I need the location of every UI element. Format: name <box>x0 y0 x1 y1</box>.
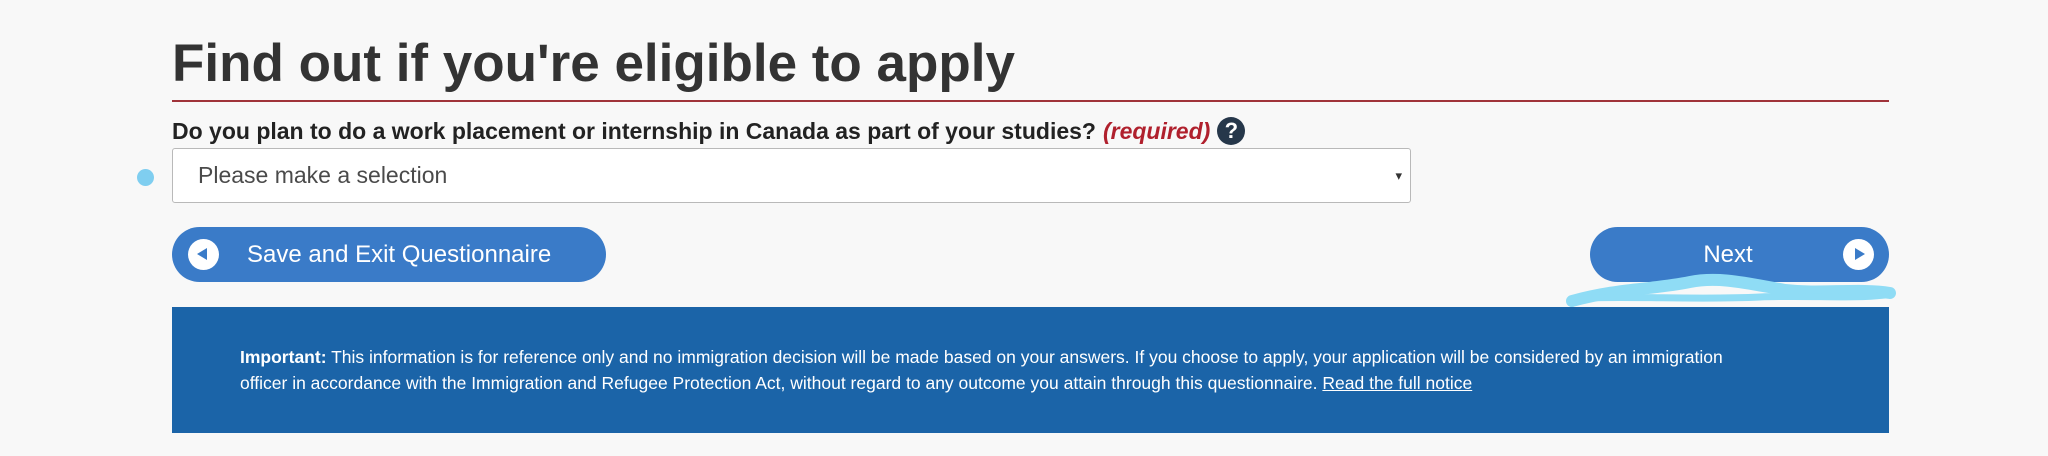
annotation-marker-dot <box>137 169 154 186</box>
notice-line-1: This information is for reference only a… <box>326 347 1723 367</box>
notice-text: Important: This information is for refer… <box>240 344 1840 396</box>
page-title: Find out if you're eligible to apply <box>172 34 1015 93</box>
read-full-notice-link[interactable]: Read the full notice <box>1322 373 1472 393</box>
question-text: Do you plan to do a work placement or in… <box>172 117 1096 144</box>
internship-select[interactable]: Please make a selection ▾ <box>172 148 1411 203</box>
question-label: Do you plan to do a work placement or in… <box>172 116 1246 146</box>
arrow-right-circle-icon <box>1843 239 1874 270</box>
title-divider <box>172 100 1889 102</box>
help-icon[interactable]: ? <box>1217 117 1246 145</box>
notice-line-2: officer in accordance with the Immigrati… <box>240 373 1323 393</box>
select-value: Please make a selection <box>198 162 448 188</box>
chevron-down-icon: ▾ <box>1395 168 1402 183</box>
arrow-left-circle-icon <box>188 239 219 270</box>
notice-important-label: Important: <box>240 347 327 367</box>
save-and-exit-button[interactable]: Save and Exit Questionnaire <box>172 227 606 282</box>
save-and-exit-label: Save and Exit Questionnaire <box>247 241 552 268</box>
required-indicator: (required) <box>1102 117 1211 144</box>
important-notice: Important: This information is for refer… <box>172 307 1889 433</box>
